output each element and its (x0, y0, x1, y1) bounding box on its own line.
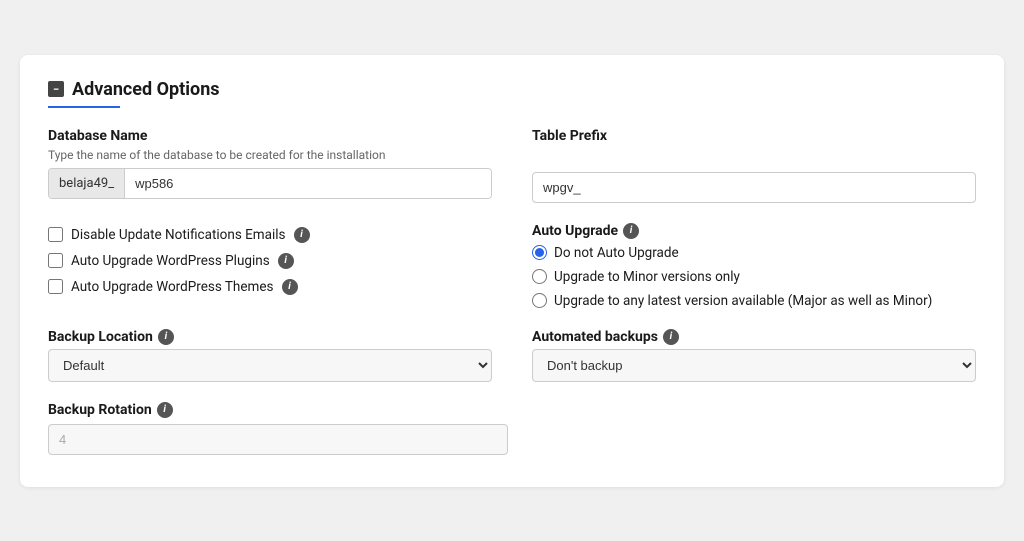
database-name-input-group: belaja49_ (48, 168, 492, 199)
backup-location-label: Backup Location i (48, 329, 492, 345)
info-icon-notifications[interactable]: i (294, 227, 310, 243)
checkbox-auto-upgrade-plugins-input[interactable] (48, 253, 63, 268)
backup-rotation-section: Backup Rotation i (48, 402, 976, 455)
table-prefix-input[interactable] (532, 172, 976, 203)
radio-any-version[interactable]: Upgrade to any latest version available … (532, 293, 976, 309)
checkbox-list: Disable Update Notifications Emails i Au… (48, 227, 492, 295)
backup-rotation-input-wrapper (48, 424, 976, 455)
automated-backups-select[interactable]: Don't backup Daily Weekly Monthly (532, 349, 976, 382)
info-icon-plugins[interactable]: i (278, 253, 294, 269)
database-name-label: Database Name (48, 128, 492, 144)
radio-minor-only-input[interactable] (532, 269, 547, 284)
row-db-prefix: Database Name Type the name of the datab… (48, 128, 976, 203)
checkbox-auto-upgrade-themes[interactable]: Auto Upgrade WordPress Themes i (48, 279, 492, 295)
info-icon-backup-location[interactable]: i (158, 329, 174, 345)
radio-minor-only[interactable]: Upgrade to Minor versions only (532, 269, 976, 285)
auto-upgrade-section: Auto Upgrade i Do not Auto Upgrade Upgra… (532, 223, 976, 309)
title-underline (48, 106, 120, 108)
info-icon-backup-rotation[interactable]: i (157, 402, 173, 418)
checkbox-disable-notifications-input[interactable] (48, 227, 63, 242)
page-title: Advanced Options (72, 79, 220, 100)
automated-backups-label: Automated backups i (532, 329, 976, 345)
radio-no-auto-upgrade[interactable]: Do not Auto Upgrade (532, 245, 976, 261)
table-prefix-field: Table Prefix (532, 128, 976, 203)
table-prefix-label: Table Prefix (532, 128, 976, 144)
checkbox-auto-upgrade-themes-input[interactable] (48, 279, 63, 294)
radio-any-version-input[interactable] (532, 293, 547, 308)
info-icon-themes[interactable]: i (282, 279, 298, 295)
database-prefix: belaja49_ (49, 169, 125, 198)
backup-location-select[interactable]: Default Custom (48, 349, 492, 382)
advanced-options-card: − Advanced Options Database Name Type th… (20, 55, 1004, 487)
row-checkboxes-autoupgrade: Disable Update Notifications Emails i Au… (48, 223, 976, 309)
backup-rotation-label: Backup Rotation i (48, 402, 976, 418)
info-icon-automated-backups[interactable]: i (663, 329, 679, 345)
section-header: − Advanced Options (48, 79, 976, 100)
automated-backups-field: Automated backups i Don't backup Daily W… (532, 329, 976, 382)
auto-upgrade-radio-group: Do not Auto Upgrade Upgrade to Minor ver… (532, 245, 976, 309)
radio-no-auto-upgrade-input[interactable] (532, 245, 547, 260)
row-backup: Backup Location i Default Custom Automat… (48, 329, 976, 382)
auto-upgrade-label: Auto Upgrade i (532, 223, 976, 239)
database-name-input[interactable] (125, 169, 491, 198)
backup-rotation-input[interactable] (48, 424, 508, 455)
database-name-hint: Type the name of the database to be crea… (48, 148, 492, 162)
checkbox-disable-notifications[interactable]: Disable Update Notifications Emails i (48, 227, 492, 243)
database-name-field: Database Name Type the name of the datab… (48, 128, 492, 203)
toggle-icon[interactable]: − (48, 81, 64, 97)
backup-location-field: Backup Location i Default Custom (48, 329, 492, 382)
info-icon-auto-upgrade[interactable]: i (623, 223, 639, 239)
checkbox-auto-upgrade-plugins[interactable]: Auto Upgrade WordPress Plugins i (48, 253, 492, 269)
checkboxes-group: Disable Update Notifications Emails i Au… (48, 223, 492, 309)
table-prefix-hint-spacer (532, 148, 976, 166)
